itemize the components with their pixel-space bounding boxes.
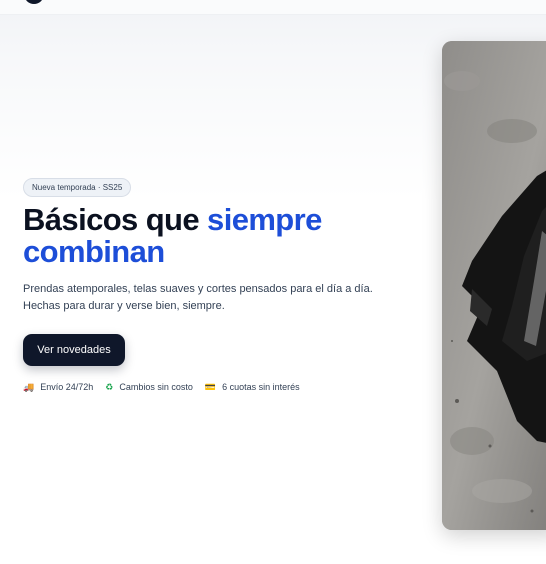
- perk-installments: 💳 6 cuotas sin interés: [205, 382, 300, 392]
- perk-label: 6 cuotas sin interés: [222, 382, 300, 392]
- hero-product-image: [442, 41, 546, 530]
- perk-shipping: 🚚 Envío 24/72h: [23, 382, 93, 392]
- truck-icon: 🚚: [23, 382, 35, 392]
- description-line-2: Hechas para durar y verse bien, siempre.: [23, 300, 225, 312]
- perk-label: Cambios sin costo: [119, 382, 193, 392]
- recycle-icon: ♻: [105, 382, 114, 392]
- black-shirt-on-concrete-photo: [442, 41, 546, 530]
- description-line-1: Prendas atemporales, telas suaves y cort…: [23, 283, 373, 295]
- credit-card-icon: 💳: [204, 382, 217, 392]
- hero-headline: Básicos que siempre combinan: [23, 204, 423, 268]
- hero-description: Prendas atemporales, telas suaves y cort…: [23, 281, 403, 315]
- view-new-arrivals-button[interactable]: Ver novedades: [23, 334, 125, 366]
- perks-list: 🚚 Envío 24/72h ♻ Cambios sin costo 💳 6 c…: [23, 382, 300, 392]
- brand-logo-icon[interactable]: [24, 0, 44, 4]
- headline-text: Básicos que: [23, 202, 208, 237]
- perk-exchanges: ♻ Cambios sin costo: [105, 382, 193, 392]
- season-badge: Nueva temporada · SS25: [23, 178, 132, 197]
- top-navigation-bar: [0, 0, 546, 15]
- perk-label: Envío 24/72h: [40, 382, 94, 392]
